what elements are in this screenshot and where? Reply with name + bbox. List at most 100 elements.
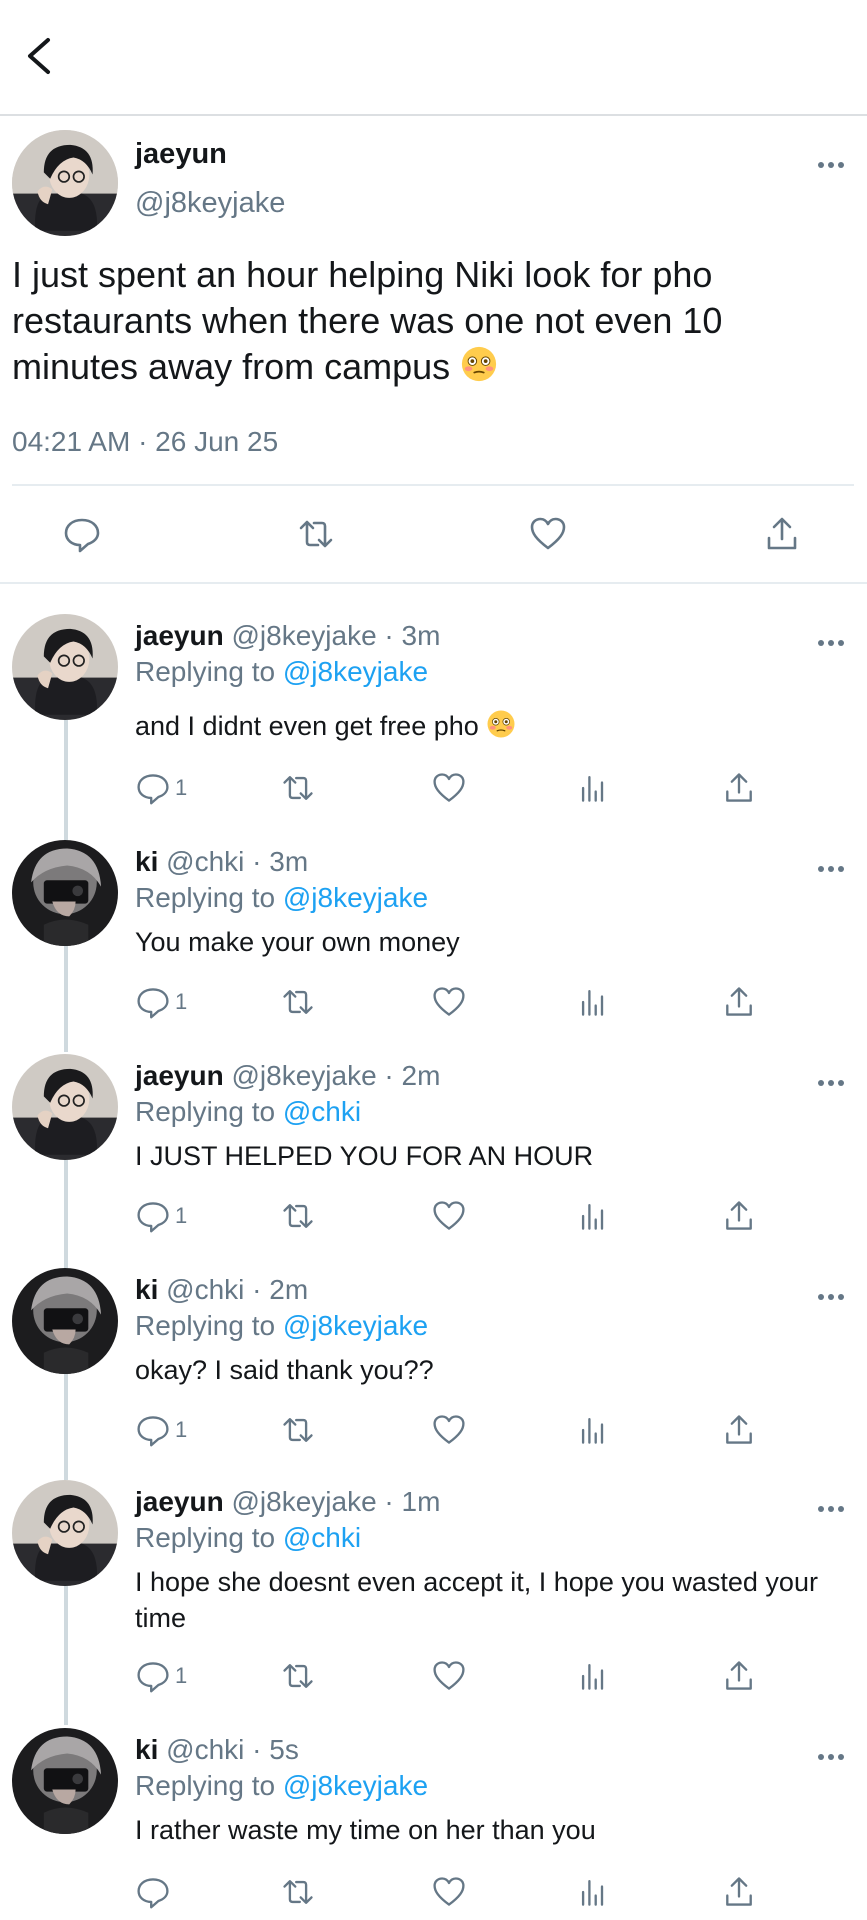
reply-count: 1 [175, 1663, 188, 1688]
more-options-icon[interactable] [816, 1078, 846, 1088]
share-button[interactable] [721, 1196, 757, 1236]
user-handle[interactable]: @chki [166, 1734, 244, 1765]
like-button[interactable] [431, 982, 467, 1022]
user-handle[interactable]: @chki [166, 1274, 244, 1305]
reply-icon[interactable] [62, 514, 102, 554]
relative-time: · 2m [252, 1274, 309, 1305]
more-options-icon[interactable] [816, 864, 846, 874]
more-options-icon[interactable] [816, 1292, 846, 1302]
replying-to-link[interactable]: @chki [283, 1522, 361, 1553]
reply-button[interactable] [135, 1872, 175, 1912]
share-icon [721, 1874, 757, 1910]
reply-button[interactable]: 1 [135, 982, 187, 1022]
like-icon [431, 1198, 467, 1234]
reply-actions: 1 [135, 768, 775, 808]
reply-button[interactable]: 1 [135, 1656, 187, 1696]
analytics-button[interactable] [575, 1656, 611, 1696]
reply-button[interactable]: 1 [135, 768, 187, 808]
display-name[interactable]: jaeyun [135, 620, 224, 651]
like-button[interactable] [431, 1410, 467, 1450]
user-handle[interactable]: @j8keyjake [231, 620, 376, 651]
like-icon[interactable] [528, 514, 568, 554]
reply-icon [135, 1198, 171, 1234]
like-icon [431, 1658, 467, 1694]
reply-icon [135, 1412, 171, 1448]
reply-icon [135, 984, 171, 1020]
user-handle[interactable]: @j8keyjake [231, 1486, 376, 1517]
replying-to-link[interactable]: @j8keyjake [283, 1310, 428, 1341]
retweet-button[interactable] [280, 1872, 316, 1912]
avatar[interactable] [12, 130, 118, 236]
avatar[interactable] [12, 1268, 118, 1374]
replying-to-link[interactable]: @chki [283, 1096, 361, 1127]
retweet-button[interactable] [280, 768, 316, 808]
top-bar [0, 0, 867, 116]
relative-time: · 2m [384, 1060, 441, 1091]
analytics-button[interactable] [575, 1872, 611, 1912]
thread-line [64, 940, 68, 1052]
user-handle[interactable]: @chki [166, 846, 244, 877]
like-button[interactable] [431, 1656, 467, 1696]
analytics-button[interactable] [575, 1410, 611, 1450]
display-name[interactable]: jaeyun [135, 1486, 224, 1517]
reply-button[interactable]: 1 [135, 1196, 187, 1236]
retweet-icon [280, 1198, 316, 1234]
like-button[interactable] [431, 1872, 467, 1912]
reply-button[interactable]: 1 [135, 1410, 187, 1450]
display-name[interactable]: ki [135, 1274, 158, 1305]
replying-to-link[interactable]: @j8keyjake [283, 656, 428, 687]
share-icon [721, 984, 757, 1020]
reply-count: 1 [175, 989, 188, 1014]
retweet-button[interactable] [280, 982, 316, 1022]
replying-to-link[interactable]: @j8keyjake [283, 882, 428, 913]
analytics-icon [575, 1658, 611, 1694]
retweet-button[interactable] [280, 1196, 316, 1236]
reply-count: 1 [175, 1417, 188, 1442]
display-name[interactable]: jaeyun [135, 1060, 224, 1091]
display-name[interactable]: ki [135, 846, 158, 877]
tweet-text: I just spent an hour helping Niki look f… [12, 254, 723, 387]
reply-icon [135, 1658, 171, 1694]
divider [12, 484, 854, 486]
share-button[interactable] [721, 982, 757, 1022]
retweet-icon [280, 1874, 316, 1910]
more-options-icon[interactable] [816, 160, 846, 170]
analytics-icon [575, 770, 611, 806]
display-name[interactable]: jaeyun [135, 138, 227, 171]
more-options-icon[interactable] [816, 638, 846, 648]
reply-text: I JUST HELPED YOU FOR AN HOUR [135, 1141, 594, 1171]
retweet-button[interactable] [280, 1656, 316, 1696]
avatar[interactable] [12, 1728, 118, 1834]
reply-text: I rather waste my time on her than you [135, 1815, 596, 1845]
analytics-button[interactable] [575, 1196, 611, 1236]
replying-to-link[interactable]: @j8keyjake [283, 1770, 428, 1801]
like-button[interactable] [431, 768, 467, 808]
share-icon[interactable] [762, 514, 802, 554]
analytics-button[interactable] [575, 768, 611, 808]
retweet-button[interactable] [280, 1410, 316, 1450]
analytics-button[interactable] [575, 982, 611, 1022]
avatar[interactable] [12, 1054, 118, 1160]
back-arrow-icon[interactable] [16, 30, 60, 82]
retweet-icon[interactable] [296, 514, 336, 554]
avatar[interactable] [12, 1480, 118, 1586]
share-button[interactable] [721, 768, 757, 808]
analytics-icon [575, 1198, 611, 1234]
thread-line [64, 1585, 68, 1725]
avatar[interactable] [12, 840, 118, 946]
more-options-icon[interactable] [816, 1504, 846, 1514]
share-button[interactable] [721, 1872, 757, 1912]
like-button[interactable] [431, 1196, 467, 1236]
retweet-icon [280, 984, 316, 1020]
share-button[interactable] [721, 1656, 757, 1696]
share-button[interactable] [721, 1410, 757, 1450]
user-handle[interactable]: @j8keyjake [231, 1060, 376, 1091]
display-name[interactable]: ki [135, 1734, 158, 1765]
user-handle[interactable]: @j8keyjake [135, 187, 285, 220]
reply-header: ki @chki · 5s [135, 1734, 299, 1766]
more-options-icon[interactable] [816, 1752, 846, 1762]
avatar[interactable] [12, 614, 118, 720]
reply-header: jaeyun @j8keyjake · 1m [135, 1486, 440, 1518]
retweet-icon [280, 1658, 316, 1694]
replying-to: Replying to @chki [135, 1096, 362, 1127]
